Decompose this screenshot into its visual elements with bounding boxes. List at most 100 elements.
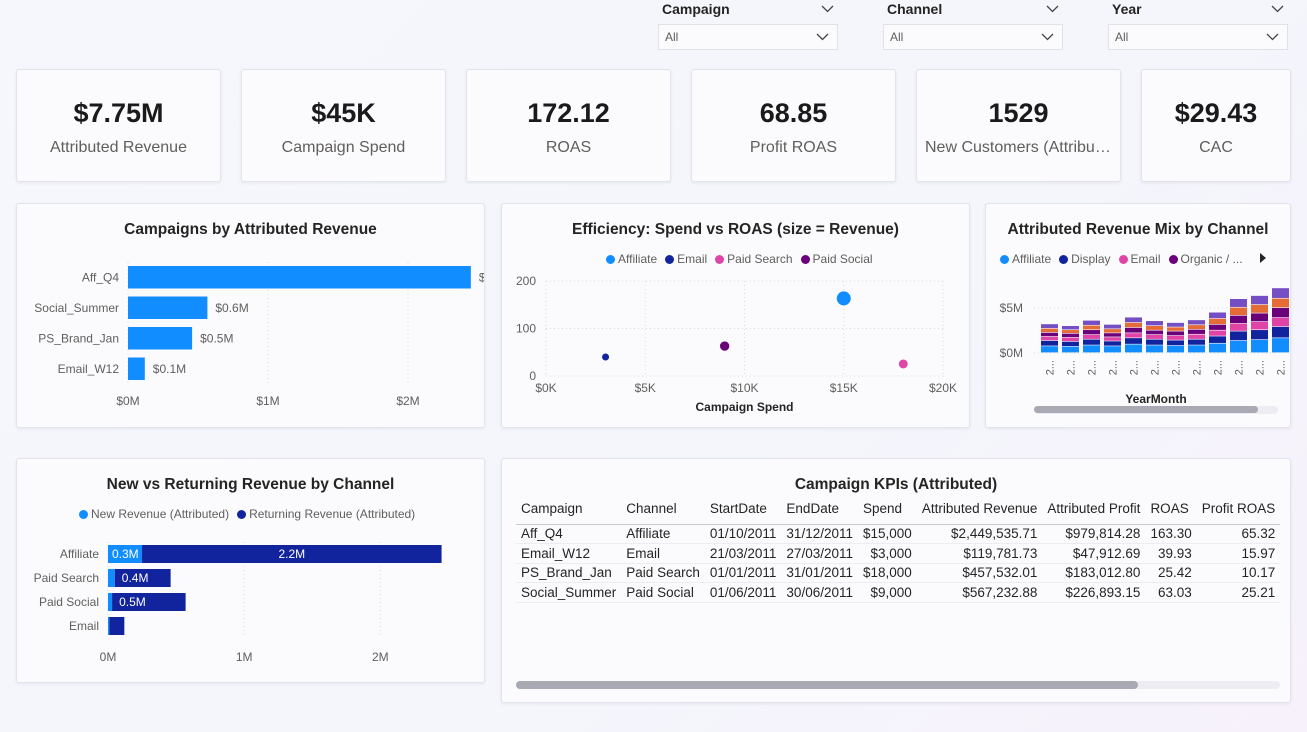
stacked-bar-segment — [1083, 320, 1100, 325]
table-row[interactable]: Aff_Q4 Affiliate 01/10/2011 31/12/2011 $15,0… — [516, 524, 1281, 544]
kpi-card-attributed-revenue: $7.75M Attributed Revenue — [16, 69, 221, 182]
chevron-down-icon[interactable] — [821, 5, 834, 13]
kpi-value: $45K — [311, 98, 376, 128]
stacked-bar-segment — [108, 593, 113, 611]
slicer-channel-dropdown[interactable]: All — [883, 24, 1063, 50]
stacked-bar-segment — [108, 569, 115, 587]
stacked-bar-segment — [1041, 332, 1058, 337]
stacked-bar-segment — [1167, 340, 1184, 346]
stacked-bar-segment — [1209, 312, 1226, 319]
data-label: 0.4M — [122, 571, 149, 585]
chevron-down-icon — [816, 33, 829, 41]
column-header[interactable]: Channel — [621, 494, 705, 525]
table-cell: 10.17 — [1196, 563, 1281, 583]
stacked-bar-segment — [1104, 341, 1121, 346]
table-cell: 30/06/2011 — [781, 582, 858, 603]
stacked-bar-segment — [1272, 338, 1289, 353]
stacked-bar-segment — [1188, 334, 1205, 339]
stacked-bar-segment — [1167, 345, 1184, 353]
column-header[interactable]: ROAS — [1145, 494, 1197, 525]
stacked-bar-segment — [1062, 333, 1079, 338]
scrollbar-thumb[interactable] — [1034, 406, 1258, 413]
table-cell: 31/01/2011 — [781, 563, 858, 583]
slicer-channel: Channel All — [883, 0, 1063, 50]
x-tick-label: $5K — [635, 381, 656, 395]
table-cell: 27/03/2011 — [781, 543, 858, 564]
stacked-bar-segment — [1083, 330, 1100, 335]
kpi-card-campaign-spend: $45K Campaign Spend — [241, 69, 446, 182]
stacked-bar-segment — [1062, 341, 1079, 347]
table-header-row: Campaign Channel StartDate EndDate Spend Attr… — [516, 494, 1281, 525]
table-cell: $9,000 — [858, 582, 917, 603]
table-cell: $2,449,535.71 — [916, 524, 1043, 544]
y-category-label: Affiliate — [60, 547, 99, 561]
stacked-bar-segment — [1272, 308, 1289, 318]
stacked-bar-segment — [1272, 326, 1289, 338]
kpi-label: Attributed Revenue — [50, 139, 187, 156]
stacked-bar-segment — [1167, 327, 1184, 331]
scrollbar-thumb[interactable] — [516, 681, 1138, 689]
table-cell: Paid Social — [621, 582, 705, 603]
x-tick-label: 2... — [1213, 360, 1225, 375]
stacked-bar-segment — [1146, 339, 1163, 345]
stacked-bar-segment — [1083, 325, 1100, 330]
table-cell: $457,532.01 — [916, 563, 1043, 583]
stacked-bar-segment — [1104, 329, 1121, 333]
bar — [128, 327, 193, 350]
column-header[interactable]: Attributed Revenue — [916, 494, 1043, 525]
chevron-down-icon[interactable] — [1046, 5, 1059, 13]
stacked-bar-segment — [1251, 321, 1268, 330]
stacked-bar-segment — [1209, 343, 1226, 353]
x-tick-label: 2... — [1087, 360, 1099, 375]
table-cell: 39.93 — [1145, 543, 1197, 564]
stacked-bar-segment — [1209, 324, 1226, 330]
column-header[interactable]: Spend — [858, 494, 917, 525]
stacked-bar-segment — [1230, 331, 1247, 341]
stacked-bar-segment — [1104, 333, 1121, 337]
stacked-bar-segment — [1230, 307, 1247, 316]
stacked-bar-segment — [1167, 322, 1184, 327]
slicer-year-dropdown[interactable]: All — [1108, 24, 1288, 50]
table-cell: $567,232.88 — [916, 582, 1043, 603]
column-header[interactable]: Campaign — [516, 494, 622, 525]
data-label: 0.5M — [119, 595, 146, 609]
table-cell: PS_Brand_Jan — [516, 563, 622, 583]
table-row[interactable]: Email_W12 Email 21/03/2011 27/03/2011 $3,000… — [516, 543, 1281, 564]
stacked-bar-segment — [1188, 339, 1205, 345]
kpi-label: CAC — [1199, 139, 1233, 156]
slicer-channel-value: All — [890, 30, 904, 44]
column-header[interactable]: Attributed Profit — [1042, 494, 1146, 525]
stacked-bar-segment — [1251, 339, 1268, 353]
stacked-bar-segment — [1041, 336, 1058, 341]
x-tick-label: 2... — [1150, 360, 1162, 375]
table-cell: 01/06/2011 — [704, 582, 782, 603]
slicer-campaign-dropdown[interactable]: All — [658, 24, 838, 50]
slicer-campaign-value: All — [665, 30, 679, 44]
stacked-bar-segment — [1146, 321, 1163, 326]
y-tick-label: 200 — [516, 274, 536, 288]
chevron-down-icon[interactable] — [1271, 5, 1284, 13]
stacked-bar-segment — [1188, 329, 1205, 334]
kpi-label: ROAS — [545, 139, 592, 156]
column-header[interactable]: Profit ROAS — [1196, 494, 1281, 525]
column-header[interactable]: StartDate — [704, 494, 782, 525]
table-cell: Affiliate — [621, 524, 705, 544]
stacked-bar-segment — [1272, 298, 1289, 308]
table-row[interactable]: PS_Brand_Jan Paid Search 01/01/2011 31/01/2… — [516, 563, 1281, 583]
x-tick-label: 2... — [1276, 360, 1288, 375]
stacked-bar-segment — [1209, 318, 1226, 325]
stacked-bar-segment — [1251, 304, 1268, 313]
y-category-label: Paid Social — [39, 595, 99, 609]
x-tick-label: 2... — [1066, 360, 1078, 375]
x-tick-label: 2... — [1192, 360, 1204, 375]
stacked-bar-segment — [1230, 323, 1247, 331]
x-tick-label: 2M — [372, 650, 389, 664]
column-header[interactable]: EndDate — [781, 494, 858, 525]
stacked-bar-segment — [1188, 320, 1205, 325]
y-tick-label: 100 — [516, 322, 536, 336]
kpi-label: Profit ROAS — [749, 139, 838, 156]
x-axis-title: Campaign Spend — [695, 400, 793, 414]
campaign-kpi-table-panel: Campaign KPIs (Attributed) Campaign Chann… — [501, 458, 1291, 703]
kpi-value: 1529 — [988, 98, 1049, 128]
table-row[interactable]: Social_Summer Paid Social 01/06/2011 30/06/… — [516, 582, 1281, 603]
